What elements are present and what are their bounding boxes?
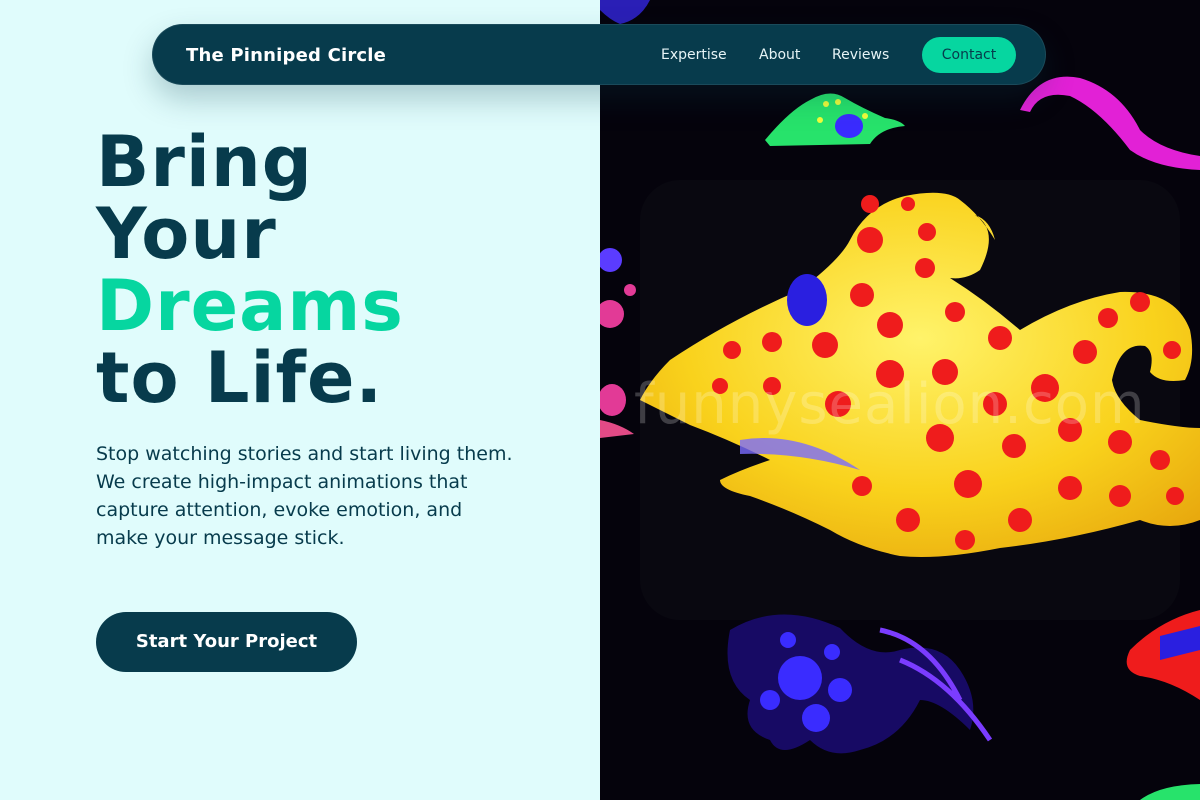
nav-link-reviews[interactable]: Reviews: [832, 25, 889, 86]
navbar: The Pinniped Circle Expertise About Revi…: [152, 24, 1046, 85]
headline-line-1: Bring: [96, 121, 313, 203]
nav-link-about[interactable]: About: [759, 25, 800, 86]
headline-line-2: Your: [96, 193, 277, 275]
hero-headline: Bring Your Dreams to Life.: [96, 126, 404, 414]
watermark-text: funnysealion.com: [634, 372, 1146, 437]
headline-line-4: to Life.: [96, 337, 384, 419]
headline-accent: Dreams: [96, 265, 404, 347]
start-project-button[interactable]: Start Your Project: [96, 612, 357, 672]
hero-image: funnysealion.com: [600, 0, 1200, 800]
brand-name[interactable]: The Pinniped Circle: [186, 25, 386, 86]
hero-subcopy: Stop watching stories and start living t…: [96, 443, 513, 549]
contact-button[interactable]: Contact: [922, 37, 1016, 73]
nav-link-expertise[interactable]: Expertise: [661, 25, 727, 86]
